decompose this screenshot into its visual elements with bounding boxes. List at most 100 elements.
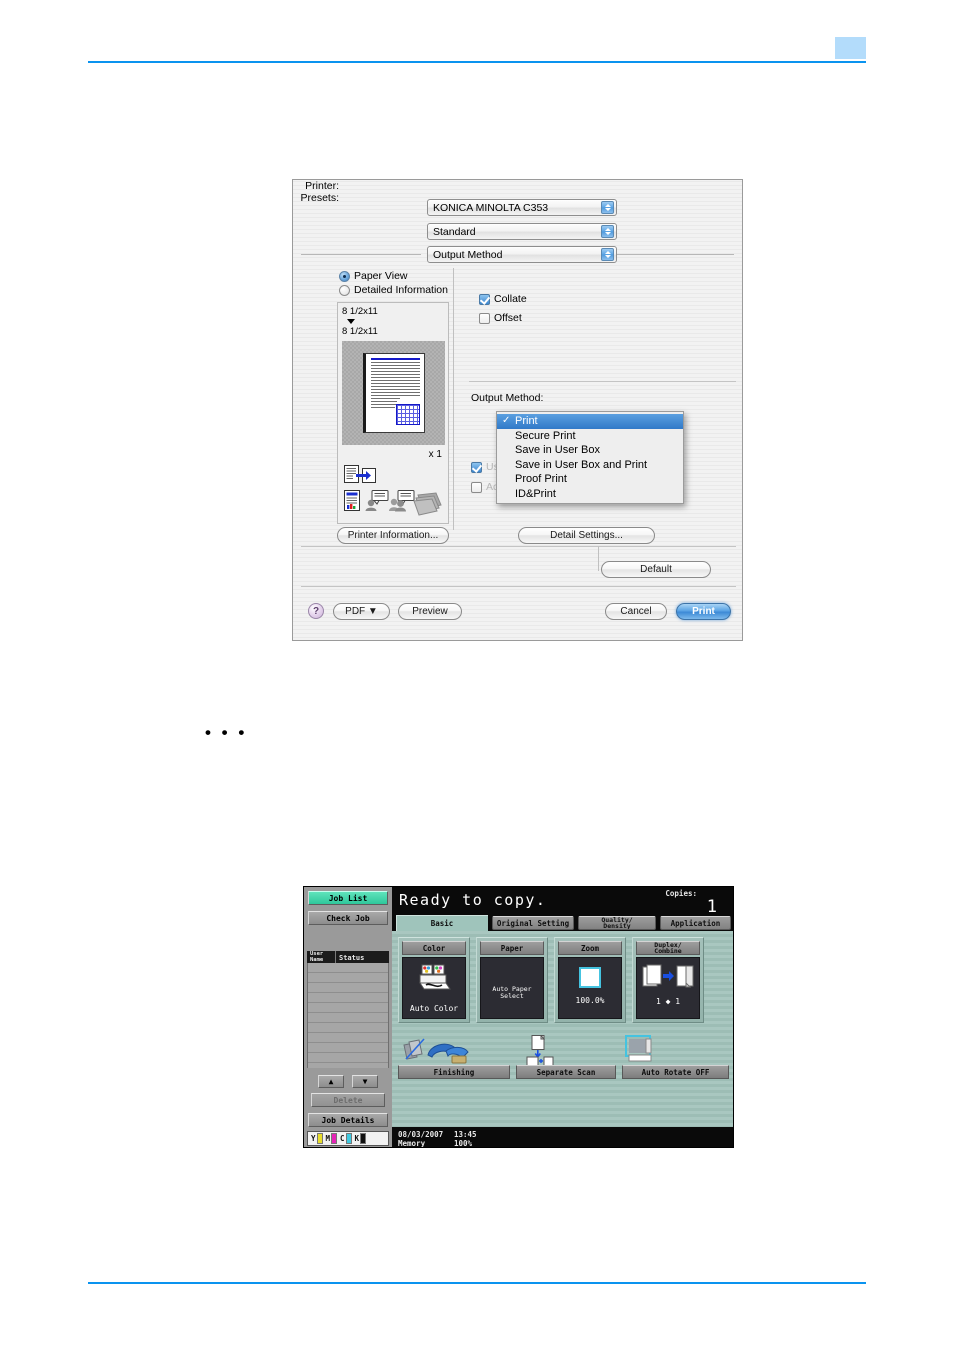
job-list-button[interactable]: Job List [308,891,388,905]
copies-label: Copies: [665,889,697,898]
page-thumbnail-area [342,341,445,445]
printer-information-button[interactable]: Printer Information... [337,527,449,544]
checkbox-collate[interactable]: Collate [479,293,527,305]
help-button[interactable]: ? [308,603,324,619]
cancel-button[interactable]: Cancel [605,603,667,620]
default-button[interactable]: Default [601,561,711,578]
thumbnail-table-block [395,404,420,425]
pane-select[interactable]: Output Method [427,246,617,263]
header-accent-box [835,37,866,59]
checkbox-collate-label: Collate [494,293,527,305]
menu-item-save-in-user-box-label: Save in User Box [515,444,600,457]
paper-feed-icon [344,465,376,483]
function-card-color[interactable]: Color Auto Color [398,937,470,1023]
preview-button[interactable]: Preview [398,603,462,620]
check-job-button[interactable]: Check Job [308,911,388,925]
status-icons-row [344,490,442,516]
header-rule [88,61,866,63]
paper-view-panel: 8 1/2x11 8 1/2x11 x 1 [337,302,449,524]
status-memory-label: Memory [398,1139,426,1148]
job-list-rows[interactable] [307,963,389,1068]
printer-label: Printer: [305,180,339,192]
chevron-updown-icon [601,248,614,261]
function-card-zoom-caption: Zoom [558,941,622,955]
print-button[interactable]: Print [676,603,731,620]
checkbox-offset-label: Offset [494,312,522,324]
radio-detailed-information[interactable]: Detailed Information [339,284,448,296]
menu-item-id-and-print[interactable]: ID&Print [497,487,683,502]
presets-select[interactable]: Standard [427,223,617,240]
arrow-down-icon [347,319,355,324]
printer-select[interactable]: KONICA MINOLTA C353 [427,199,617,216]
function-card-duplex-combine-body: 1 ◆ 1 [636,957,700,1019]
job-list-header-user-name-line2: Name [310,956,324,963]
menu-item-proof-print-label: Proof Print [515,473,567,486]
menu-item-id-and-print-label: ID&Print [515,487,556,500]
check-icon: ✓ [502,415,511,427]
status-message: Ready to copy. [399,891,547,909]
menu-item-proof-print[interactable]: Proof Print [497,472,683,487]
menu-item-secure-print[interactable]: Secure Print [497,429,683,444]
scroll-down-button[interactable]: ▼ [352,1075,378,1088]
finishing-button[interactable]: Finishing [398,1065,510,1079]
auto-rotate-button[interactable]: Auto Rotate OFF [622,1065,729,1079]
footer-rule [88,1282,866,1284]
footer-divider [301,586,736,587]
panel-status-bar: 08/03/2007 13:45 Memory 100% [392,1127,733,1148]
tab-application[interactable]: Application [660,916,731,930]
output-method-dropdown-menu[interactable]: ✓ Print Secure Print Save in User Box Sa… [496,411,684,504]
tab-quality-density[interactable]: Quality/ Density [578,916,656,930]
auto-rotate-icon [625,1035,652,1062]
menu-item-save-in-user-box-and-print[interactable]: Save in User Box and Print [497,458,683,473]
copies-value: 1 [706,897,717,917]
tab-original-setting[interactable]: Original Setting [492,916,574,930]
function-card-zoom[interactable]: Zoom 100.0% [554,937,626,1023]
status-memory-value: 100% [454,1139,473,1148]
radio-paper-view[interactable]: Paper View [339,270,408,282]
output-paper-size: 8 1/2x11 [342,326,378,337]
delete-button[interactable]: Delete [311,1093,385,1107]
function-card-duplex-combine-caption: Duplex/ Combine [636,941,700,955]
toner-m: M [326,1133,338,1144]
color-palette-icon [419,964,451,990]
separate-scan-icon [526,1035,554,1069]
zoom-square-icon [579,967,601,988]
function-card-duplex-combine[interactable]: Duplex/ Combine 1 ◆ 1 [632,937,704,1023]
pane-separator-right [614,254,734,255]
printer-select-value: KONICA MINOLTA C353 [433,201,549,214]
menu-item-save-in-user-box[interactable]: Save in User Box [497,443,683,458]
pdf-button[interactable]: PDF ▼ [333,603,390,620]
checkbox-checked-icon [471,461,482,473]
tab-quality-density-line2: Density [603,922,631,930]
menu-item-save-in-user-box-and-print-label: Save in User Box and Print [515,458,648,471]
pane-divider [453,268,454,530]
menu-item-print[interactable]: ✓ Print [497,414,683,429]
separate-scan-button[interactable]: Separate Scan [516,1065,616,1079]
duplex-icon [642,964,694,988]
page-thumbnail [362,353,425,433]
job-details-button[interactable]: Job Details [308,1113,388,1127]
radio-button-filled-icon [339,270,350,282]
checkbox-unchecked-icon [479,312,490,324]
detail-settings-button[interactable]: Detail Settings... [518,527,655,544]
tab-basic[interactable]: Basic [396,915,488,931]
radio-paper-view-label: Paper View [354,270,408,282]
radio-detailed-information-label: Detailed Information [354,284,448,296]
job-list-header-status: Status [339,953,365,962]
function-card-color-value: Auto Color [409,1004,459,1013]
job-list-header: User Name Status [307,951,389,963]
radio-button-empty-icon [339,284,350,296]
copies-multiplier: x 1 [428,449,442,460]
toner-c: C [340,1133,352,1144]
scroll-up-button[interactable]: ▲ [318,1075,344,1088]
print-dialog: Printer: KONICA MINOLTA C353 Presets: St… [292,179,743,641]
checkbox-offset[interactable]: Offset [479,312,522,324]
function-card-paper[interactable]: Paper Auto Paper Select [476,937,548,1023]
pane-select-value: Output Method [433,248,503,261]
copier-main-area: Ready to copy. Copies: 1 Basic Original … [392,887,733,1147]
function-card-paper-value-line2: Select [500,991,524,1000]
function-card-color-body: Auto Color [402,957,466,1019]
function-card-zoom-body: 100.0% [558,957,622,1019]
default-divider [598,546,599,571]
function-card-duplex-caption-line2: Combine [654,947,682,955]
